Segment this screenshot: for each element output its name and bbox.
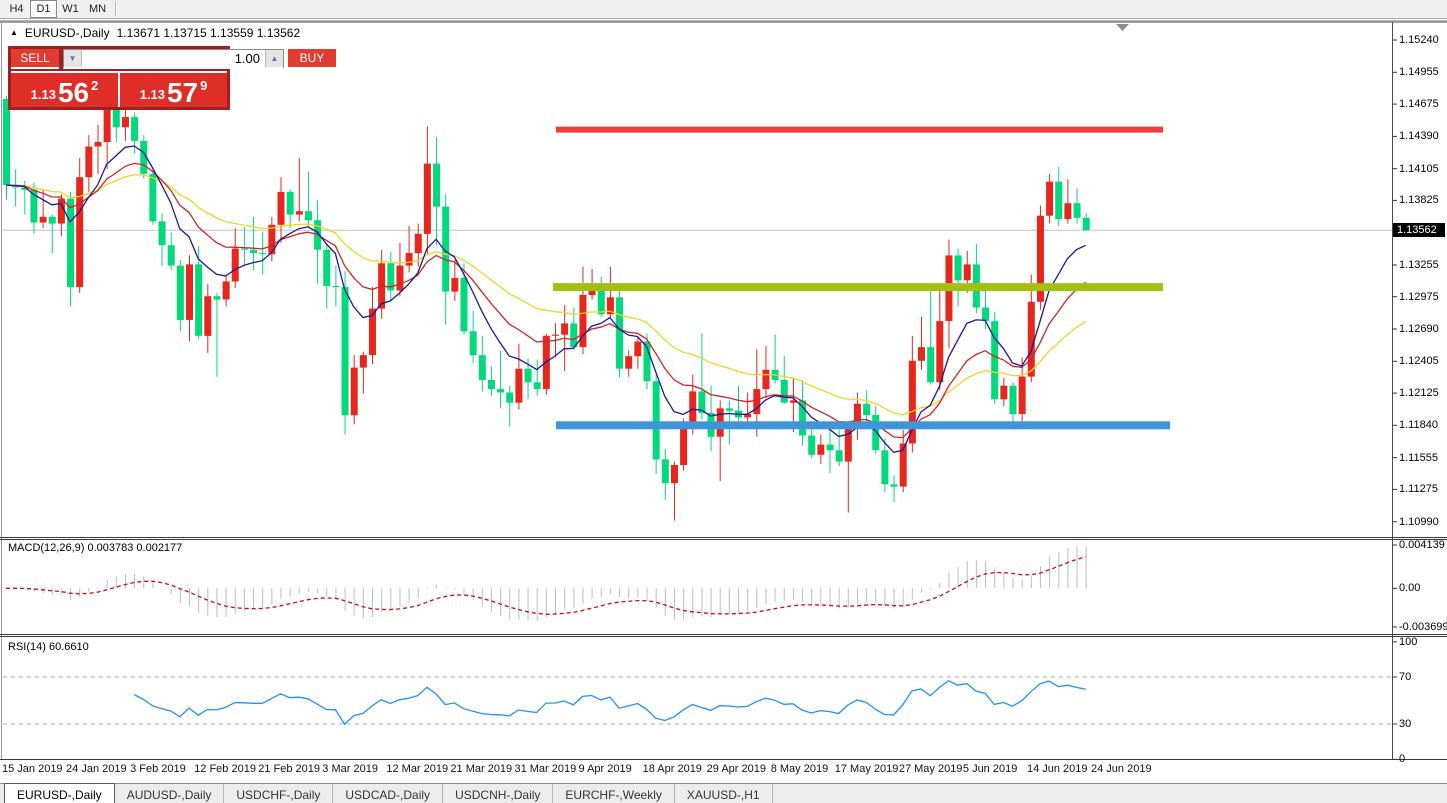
sell-price-prefix: 1.13 (30, 87, 56, 102)
price-axis-label: 1.10990 (1399, 515, 1439, 528)
sell-price-big: 56 (57, 77, 90, 109)
rsi-axis-label: 0 (1399, 753, 1406, 766)
trade-panel-top-row: SELL ▼ ▲ BUY (11, 49, 336, 69)
price-axis-label: 1.14675 (1399, 98, 1439, 111)
timeframe-button-mn[interactable]: MN (84, 0, 111, 18)
rsi-axis-label: 100 (1399, 635, 1418, 648)
date-axis-label: 24 Jan 2019 (66, 763, 127, 775)
date-axis-label: 21 Mar 2019 (450, 763, 513, 775)
date-axis-label: 14 Jun 2019 (1026, 763, 1088, 775)
macd-indicator-label: MACD(12,26,9) 0.003783 0.002177 (8, 542, 183, 554)
sell-price-button[interactable]: 1.13 56 2 (11, 73, 118, 107)
current-price-tag: 1.13562 (1393, 223, 1445, 237)
date-axis-label: 8 May 2019 (770, 763, 829, 775)
sell-button[interactable]: SELL (11, 49, 59, 69)
price-axis-label: 1.14390 (1399, 130, 1439, 143)
axis-ticks (1393, 39, 1397, 760)
terminal-window: H4 D1 W1 MN ▲ EURUSD-,Daily 1.13671 1.13… (0, 0, 1447, 803)
fast-ma-line (5, 145, 1086, 454)
date-axis-label: 27 May 2019 (898, 763, 963, 775)
price-axis-label: 1.12125 (1399, 387, 1439, 400)
tab-usdcnh-daily[interactable]: USDCNH-,Daily (443, 784, 554, 803)
chart-canvas[interactable] (0, 0, 1447, 803)
macd-axis-label: 0.004139 (1399, 538, 1445, 551)
sell-price-sup: 2 (91, 78, 99, 93)
price-axis-label: 1.12690 (1399, 323, 1439, 336)
price-axis-label: 1.13825 (1399, 194, 1439, 207)
chart-ohlc-values: 1.13671 1.13715 1.13559 1.13562 (116, 26, 301, 40)
date-axis-label: 18 Apr 2019 (642, 763, 702, 775)
tab-eurusd-daily[interactable]: EURUSD-,Daily (4, 783, 115, 803)
horizontal-level-lines[interactable] (553, 126, 1170, 430)
buy-price-big: 57 (166, 77, 199, 109)
price-axis-label: 1.15240 (1399, 34, 1439, 47)
tab-usdcad-daily[interactable]: USDCAD-,Daily (333, 784, 444, 803)
candlesticks[interactable] (3, 79, 1090, 521)
price-axis-label: 1.11555 (1399, 451, 1438, 464)
volume-input[interactable] (82, 50, 265, 67)
timeframe-button-w1[interactable]: W1 (57, 0, 84, 18)
timeframe-toolbar: H4 D1 W1 MN (0, 0, 1447, 19)
buy-price-prefix: 1.13 (139, 87, 165, 102)
price-axis-label: 1.12975 (1399, 290, 1439, 303)
date-axis-label: 17 May 2019 (834, 763, 899, 775)
price-axis-label: 1.12405 (1399, 355, 1439, 368)
price-axis-label: 1.13255 (1399, 258, 1439, 271)
date-axis-label: 21 Feb 2019 (258, 763, 321, 775)
trade-panel-price-row: 1.13 56 2 1.13 57 9 (11, 71, 227, 107)
rsi-indicator-label: RSI(14) 60.6610 (8, 641, 89, 653)
date-axis-label: 29 Apr 2019 (706, 763, 766, 775)
rsi-line (133, 679, 1086, 726)
price-axis-label: 1.14105 (1399, 162, 1439, 175)
buy-price-button[interactable]: 1.13 57 9 (120, 73, 227, 107)
tab-usdchf-daily[interactable]: USDCHF-,Daily (224, 784, 334, 803)
volume-decrease-button[interactable]: ▼ (64, 50, 82, 67)
macd-histogram (6, 546, 1087, 621)
date-axis-label: 31 Mar 2019 (514, 763, 577, 775)
tab-eurchf-weekly[interactable]: EURCHF-,Weekly (553, 784, 675, 803)
rsi-axis-label: 30 (1399, 718, 1412, 730)
collapse-panel-icon[interactable]: ▲ (10, 29, 18, 37)
volume-increase-button[interactable]: ▲ (265, 50, 283, 67)
chart-symbol-label: EURUSD-,Daily (24, 26, 110, 40)
date-axis-label: 24 Jun 2019 (1091, 763, 1152, 775)
timeframe-button-h4[interactable]: H4 (3, 0, 30, 18)
rsi-axis-label: 70 (1399, 671, 1412, 683)
timeframe-button-d1[interactable]: D1 (30, 0, 57, 18)
price-axis-label: 1.14955 (1399, 66, 1439, 79)
chart-shift-marker-icon (1116, 24, 1129, 31)
tab-xauusd-h1[interactable]: XAUUSD-,H1 (675, 784, 773, 803)
date-axis-label: 9 Apr 2019 (578, 763, 632, 775)
chart-title: ▲ EURUSD-,Daily 1.13671 1.13715 1.13559 … (10, 26, 300, 40)
macd-axis-label: -0.003699 (1399, 620, 1447, 633)
date-axis-label: 12 Feb 2019 (194, 763, 256, 775)
date-axis-label: 5 Jun 2019 (962, 763, 1018, 775)
tab-audusd-daily[interactable]: AUDUSD-,Daily (115, 784, 225, 803)
date-axis-label: 12 Mar 2019 (386, 763, 449, 775)
date-axis-label: 3 Feb 2019 (130, 763, 186, 775)
medium-ma-line (5, 162, 1087, 439)
toolbar-separator (115, 2, 117, 16)
price-axis-label: 1.11275 (1399, 483, 1438, 496)
macd-axis-label: 0.00 (1399, 582, 1421, 595)
buy-button[interactable]: BUY (288, 49, 336, 69)
date-axis-label: 3 Mar 2019 (322, 763, 378, 775)
one-click-trading-panel: SELL ▼ ▲ BUY 1.13 56 2 1.13 57 9 (8, 46, 336, 110)
volume-spinner: ▼ ▲ (63, 49, 284, 69)
chart-tab-bar: EURUSD-,Daily AUDUSD-,Daily USDCHF-,Dail… (0, 783, 1447, 803)
date-axis-label: 15 Jan 2019 (2, 763, 63, 775)
price-axis-label: 1.11840 (1399, 419, 1438, 432)
buy-price-sup: 9 (200, 78, 208, 93)
